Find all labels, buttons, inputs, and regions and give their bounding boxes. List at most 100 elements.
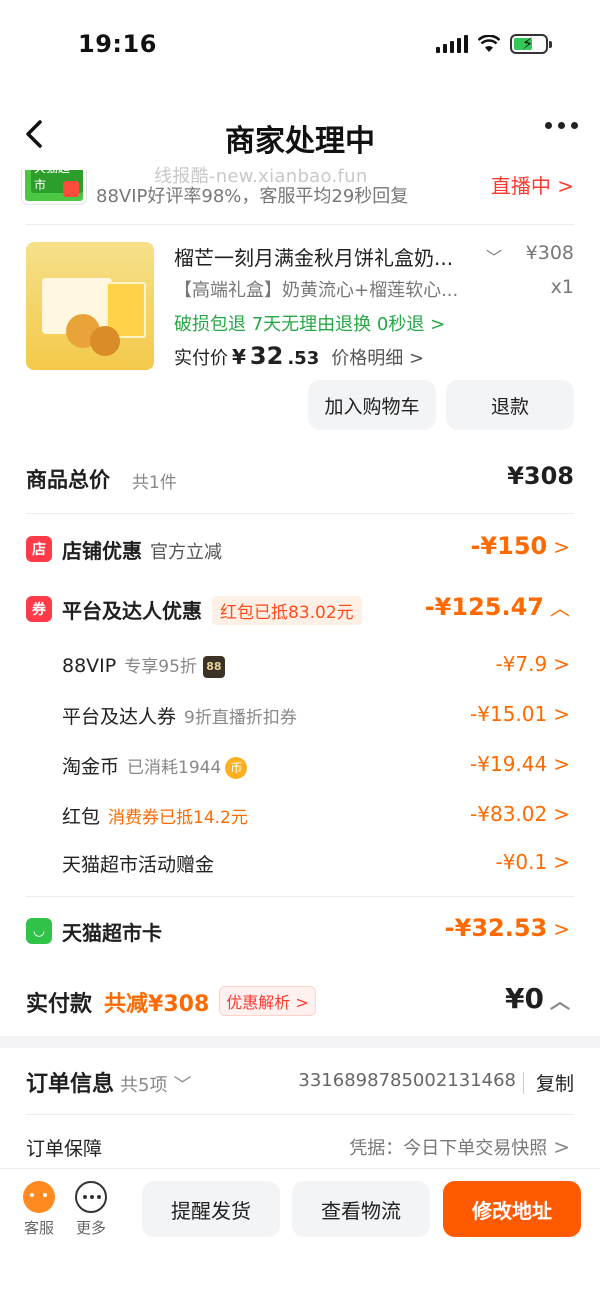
signal-icon [436, 35, 468, 53]
sub-item-amount: -¥15.01 [470, 702, 548, 726]
modify-address-button[interactable]: 修改地址 [443, 1181, 581, 1237]
product-image[interactable] [26, 242, 154, 370]
redpacket-badge: 红包已抵83.02元 [212, 596, 362, 625]
sub-item-amount: -¥7.9 [495, 652, 548, 676]
goods-total-amount: ¥308 [507, 462, 574, 490]
paid-price: 实付价 ¥32.53 价格明细 > [174, 342, 424, 370]
sub-item-note: 9折直播折扣券 [184, 708, 297, 728]
goods-total-row: 商品总价 共1件 ¥308 [0, 460, 600, 500]
list-item[interactable]: 88VIP 专享95折 88 -¥7.9 > [0, 646, 600, 682]
refund-button[interactable]: 退款 [446, 380, 574, 430]
order-guarantee-row[interactable]: 订单保障 凭据：今日下单交易快照 > [0, 1130, 600, 1166]
paid-price-int: 32 [249, 342, 284, 370]
page-title: 商家处理中 [225, 124, 375, 159]
sub-item-label: 平台及达人券 [62, 706, 177, 728]
view-logistics-button[interactable]: 查看物流 [292, 1181, 430, 1237]
store-row[interactable]: 天猫超市 88VIP好评率98%，客服平均29秒回复 直播中 > [0, 170, 600, 222]
chevron-right-icon: > [553, 652, 570, 676]
divider [523, 1072, 524, 1094]
more-button[interactable]: 更多 [66, 1181, 116, 1238]
status-icons: ⚡ [436, 34, 552, 54]
live-bars-icon [63, 181, 79, 197]
customer-service-button[interactable]: 客服 [14, 1181, 64, 1238]
product-price: ¥308 [525, 242, 574, 264]
goods-total-count: 共1件 [132, 473, 177, 493]
shop-discount-sub: 官方立减 [150, 542, 222, 563]
chevron-right-icon: > [553, 917, 570, 941]
nav-bar: 商家处理中 [0, 100, 600, 170]
tmall-card-amount: -¥32.53 [444, 914, 548, 942]
add-to-cart-button[interactable]: 加入购物车 [308, 380, 436, 430]
tmall-card-label: 天猫超市卡 [62, 921, 162, 945]
sub-item-label: 淘金币 [62, 756, 120, 778]
shop-discount-label: 店铺优惠 [62, 539, 142, 563]
status-bar: 19:16 ⚡ [0, 0, 600, 96]
sub-item-label: 88VIP [62, 655, 117, 677]
copy-button[interactable]: 复制 [536, 1069, 574, 1096]
sub-item-note: 消费券已抵14.2元 [108, 808, 248, 828]
divider [26, 224, 574, 225]
platform-discount-row[interactable]: 券 平台及达人优惠 红包已抵83.02元 -¥125.47 ︿ [0, 590, 600, 630]
shop-icon: 店 [26, 536, 52, 562]
coupon-icon: 券 [26, 596, 52, 622]
order-guarantee-label: 订单保障 [26, 1138, 103, 1160]
sub-item-note: 已消耗1944 [127, 758, 222, 778]
list-item[interactable]: 红包 消费券已抵14.2元 -¥83.02 > [0, 796, 600, 832]
list-item[interactable]: 淘金币 已消耗1944 币 -¥19.44 > [0, 746, 600, 782]
divider [26, 896, 574, 897]
status-time: 19:16 [78, 30, 157, 58]
more-icon [75, 1181, 107, 1213]
chevron-right-icon: > [553, 802, 570, 826]
product-title[interactable]: 榴芒一刻月满金秋月饼礼盒奶... [174, 242, 453, 271]
payment-saved: 共减¥308 [104, 992, 210, 1017]
chevron-right-icon: > [553, 850, 570, 874]
order-info-row: 订单信息 共5项 ﹀ 3316898785002131468 复制 [0, 1064, 600, 1104]
more-options-icon[interactable] [545, 122, 578, 129]
bottom-action-bar: 客服 更多 提醒发货 查看物流 修改地址 [0, 1168, 600, 1304]
chevron-right-icon: > [553, 1135, 570, 1159]
shop-discount-amount: -¥150 [470, 532, 548, 560]
order-number: 3316898785002131468 [298, 1070, 516, 1091]
more-label: 更多 [75, 1219, 106, 1237]
payment-amount: ¥0 [505, 982, 544, 1015]
shop-discount-row[interactable]: 店 店铺优惠 官方立减 -¥150 > [0, 530, 600, 570]
product-sku: 【高端礼盒】奶黄流心+榴莲软心... [174, 280, 459, 301]
paid-price-yen: ¥ [232, 345, 246, 369]
sub-item-amount: -¥0.1 [495, 850, 548, 874]
product-qty: x1 [550, 276, 574, 298]
sub-item-amount: -¥19.44 [470, 752, 548, 776]
discount-analysis-button[interactable]: 优惠解析 > [219, 986, 316, 1016]
sub-item-label: 红包 [62, 806, 101, 828]
store-logo: 天猫超市 [22, 170, 86, 204]
goods-total-label: 商品总价 [26, 468, 110, 492]
paid-price-dec: .53 [287, 348, 320, 369]
gold-coin-icon: 币 [225, 756, 248, 779]
battery-icon: ⚡ [510, 34, 552, 54]
platform-discount-label: 平台及达人优惠 [62, 599, 202, 623]
paid-price-label: 实付价 [174, 348, 228, 369]
chevron-up-icon[interactable]: ︿ [550, 596, 570, 620]
price-detail-link[interactable]: 价格明细 > [331, 344, 424, 370]
platform-discount-amount: -¥125.47 [424, 593, 544, 621]
tmall-card-row[interactable]: ◡ 天猫超市卡 -¥32.53 > [0, 912, 600, 952]
chevron-down-icon[interactable]: ﹀ [486, 244, 502, 268]
vip-88-icon: 88 [202, 655, 225, 678]
order-info-title: 订单信息 [26, 1072, 115, 1097]
list-item[interactable]: 平台及达人券 9折直播折扣券 -¥15.01 > [0, 696, 600, 732]
service-guarantees[interactable]: 破损包退 7天无理由退换 0秒退 > [174, 310, 445, 336]
sub-item-amount: -¥83.02 [470, 802, 548, 826]
remind-shipping-button[interactable]: 提醒发货 [142, 1181, 280, 1237]
chevron-up-icon[interactable]: ︿ [550, 989, 570, 1013]
sub-item-label: 天猫超市活动赠金 [62, 854, 215, 876]
customer-service-label: 客服 [23, 1219, 54, 1237]
sub-item-note: 专享95折 [124, 657, 197, 677]
chevron-down-icon[interactable]: ﹀ [173, 1075, 191, 1096]
chevron-right-icon: > [553, 702, 570, 726]
live-link[interactable]: 直播中 > [491, 170, 574, 199]
order-info-count[interactable]: 共5项 [120, 1075, 167, 1096]
product-card: 榴芒一刻月满金秋月饼礼盒奶... ﹀ ¥308 【高端礼盒】奶黄流心+榴莲软心.… [0, 238, 600, 438]
list-item[interactable]: 天猫超市活动赠金 -¥0.1 > [0, 844, 600, 880]
chevron-right-icon: > [553, 752, 570, 776]
order-guarantee-value: 凭据：今日下单交易快照 [349, 1138, 548, 1159]
section-gap [0, 1036, 600, 1048]
